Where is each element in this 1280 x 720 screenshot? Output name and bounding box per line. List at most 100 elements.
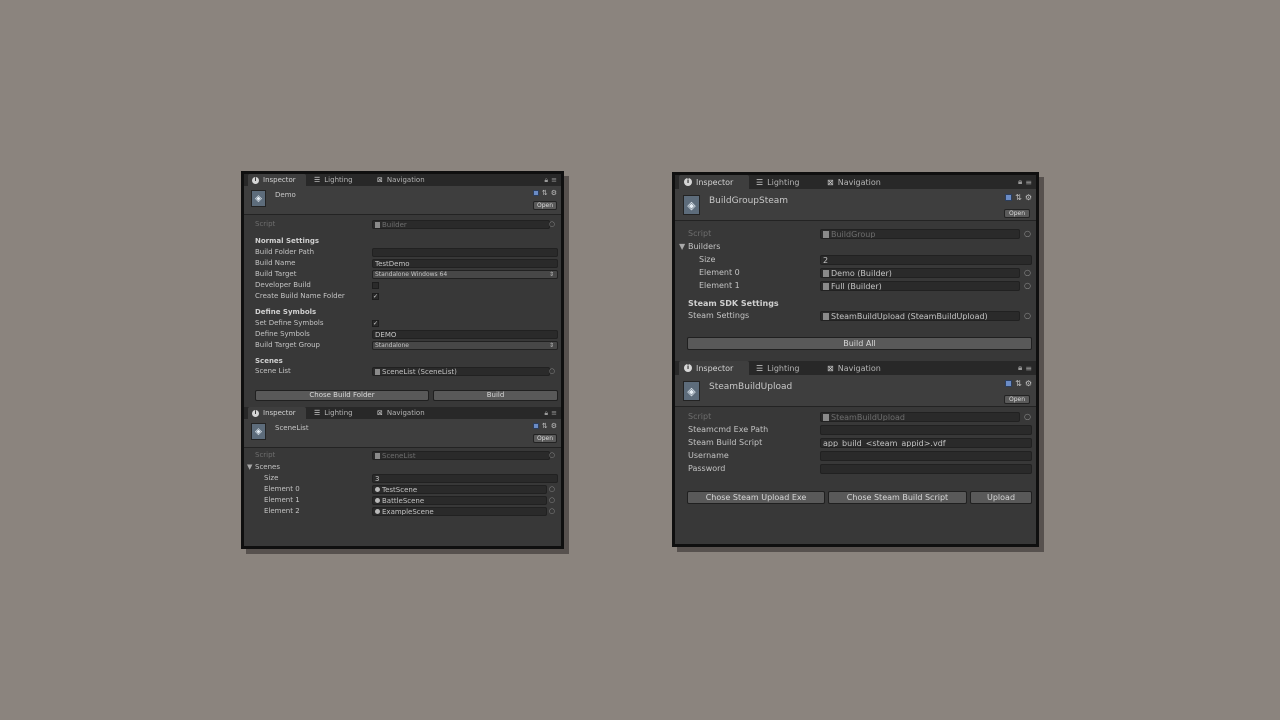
object-picker-icon[interactable]: ○ [1024,311,1031,320]
open-button[interactable]: Open [1004,395,1030,404]
tab-navigation[interactable]: ⊠ Navigation [377,407,425,419]
size-input[interactable]: 2 [820,255,1032,265]
password-input[interactable] [820,464,1032,474]
preset-icon[interactable]: ⇅ [1015,379,1022,388]
menu-icon[interactable]: ≡ [1025,364,1032,373]
build-all-button[interactable]: Build All [687,337,1032,350]
chose-steam-upload-exe-button[interactable]: Chose Steam Upload Exe [687,491,825,504]
gear-icon[interactable]: ⚙ [551,422,557,430]
scene-icon [375,509,380,514]
tab-inspector[interactable]: i Inspector [248,407,306,419]
tab-navigation[interactable]: ⊠ Navigation [827,361,881,375]
object-picker-icon[interactable]: ○ [549,496,555,504]
element-0-field[interactable]: Demo (Builder) [820,268,1020,278]
element-1-label: Element 1 [264,496,300,504]
upload-button[interactable]: Upload [970,491,1032,504]
tab-lighting[interactable]: ☰ Lighting [314,174,353,186]
scene-icon [375,487,380,492]
tab-label: Lighting [767,363,800,373]
build-folder-path-label: Build Folder Path [255,248,315,256]
build-script-row: Steam Build Script app_build_<steam_appi… [675,438,1036,448]
navigation-icon: ⊠ [827,177,834,187]
open-button[interactable]: Open [1004,209,1030,218]
tab-inspector[interactable]: i Inspector [679,175,749,189]
build-button[interactable]: Build [433,390,558,401]
object-header: ◈ SteamBuildUpload ⇅ ⚙ Open [675,375,1036,407]
scriptable-object-icon [823,269,829,277]
inspector-window-right: i Inspector ☰ Lighting ⊠ Navigation 🔒︎ ≡… [672,172,1039,547]
lock-icon[interactable]: 🔒︎ [1018,177,1022,187]
build-folder-path-input[interactable] [372,248,558,257]
object-picker-icon[interactable]: ○ [549,507,555,515]
prefab-cube-icon[interactable] [532,423,539,429]
developer-build-checkbox[interactable] [372,282,379,289]
preset-icon[interactable]: ⇅ [542,422,548,430]
chose-steam-build-script-button[interactable]: Chose Steam Build Script [828,491,967,504]
menu-icon[interactable]: ≡ [551,176,557,184]
tab-navigation[interactable]: ⊠ Navigation [827,175,881,189]
scenelist-inspector-panel: i Inspector ☰ Lighting ⊠ Navigation 🔒︎ ≡… [244,407,561,546]
object-picker-icon[interactable]: ○ [549,451,555,459]
unity-logo-icon: ◈ [683,381,700,401]
build-target-dropdown[interactable]: Standalone Windows 64 ⇕ [372,270,558,279]
object-picker-icon[interactable]: ○ [549,485,555,493]
element-0-field[interactable]: TestScene [372,485,547,494]
script-label: Script [688,229,712,238]
script-label: Script [688,412,712,421]
build-name-input[interactable]: TestDemo [372,259,558,268]
sliders-icon: ☰ [756,363,764,373]
header-icons: ⇅ ⚙ [1005,379,1032,388]
builders-foldout-row[interactable]: ▼ Builders [675,242,1036,252]
preset-icon[interactable]: ⇅ [542,189,548,197]
steam-settings-field[interactable]: SteamBuildUpload (SteamBuildUpload) [820,311,1020,321]
prefab-cube-icon[interactable] [1005,194,1013,201]
lock-icon[interactable]: 🔒︎ [544,409,548,418]
set-define-symbols-checkbox[interactable]: ✓ [372,320,379,327]
gear-icon[interactable]: ⚙ [1025,193,1032,202]
gear-icon[interactable]: ⚙ [551,189,557,197]
object-picker-icon[interactable]: ○ [1024,281,1031,290]
element-2-field[interactable]: ExampleScene [372,507,547,516]
scene-list-field[interactable]: SceneList (SceneList) [372,367,550,376]
object-picker-icon[interactable]: ○ [1024,412,1031,421]
set-define-symbols-label: Set Define Symbols [255,319,324,327]
create-folder-checkbox[interactable]: ✓ [372,293,379,300]
size-input[interactable]: 3 [372,474,558,483]
tab-lighting[interactable]: ☰ Lighting [314,407,353,419]
build-target-group-row: Build Target Group Standalone ⇕ [244,341,561,350]
steamcmd-input[interactable] [820,425,1032,435]
object-picker-icon[interactable]: ○ [549,367,555,375]
lock-icon[interactable]: 🔒︎ [1018,363,1022,373]
open-button[interactable]: Open [533,201,557,210]
build-script-input[interactable]: app_build_<steam_appid>.vdf [820,438,1032,448]
chose-build-folder-button[interactable]: Chose Build Folder [255,390,429,401]
gear-icon[interactable]: ⚙ [1025,379,1032,388]
tab-lighting[interactable]: ☰ Lighting [756,361,800,375]
tab-label: Navigation [386,176,425,184]
element-1-field[interactable]: Full (Builder) [820,281,1020,291]
element-1-field[interactable]: BattleScene [372,496,547,505]
preset-icon[interactable]: ⇅ [1015,193,1022,202]
open-button[interactable]: Open [533,434,557,443]
object-picker-icon[interactable]: ○ [1024,229,1031,238]
prefab-cube-icon[interactable] [1005,380,1013,387]
object-picker-icon[interactable]: ○ [549,220,555,228]
foldout-arrow-icon[interactable]: ▼ [679,242,685,251]
tab-lighting[interactable]: ☰ Lighting [756,175,800,189]
lock-icon[interactable]: 🔒︎ [544,176,548,185]
scenes-foldout-row[interactable]: ▼ Scenes [244,463,561,472]
tab-navigation[interactable]: ⊠ Navigation [377,174,425,186]
build-target-group-dropdown[interactable]: Standalone ⇕ [372,341,558,350]
element-0-row: Element 0 Demo (Builder) ○ [675,268,1036,278]
menu-icon[interactable]: ≡ [551,409,557,417]
object-picker-icon[interactable]: ○ [1024,268,1031,277]
define-symbols-input[interactable]: DEMO [372,330,558,339]
prefab-cube-icon[interactable] [532,190,539,196]
username-input[interactable] [820,451,1032,461]
menu-icon[interactable]: ≡ [1025,178,1032,187]
script-file-icon [375,221,380,228]
tab-inspector[interactable]: i Inspector [679,361,749,375]
script-file-icon [823,230,829,238]
foldout-arrow-icon[interactable]: ▼ [247,463,252,471]
tab-inspector[interactable]: i Inspector [248,174,306,186]
